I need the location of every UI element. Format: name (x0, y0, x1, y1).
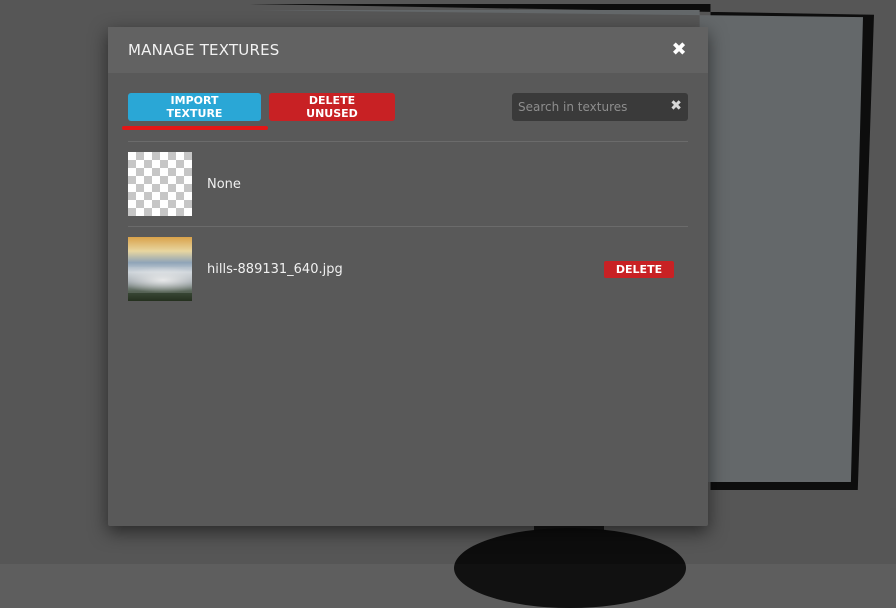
clear-search-icon[interactable]: ✖ (670, 98, 682, 114)
texture-list: None hills-889131_640.jpg DELETE (108, 141, 708, 311)
texture-row[interactable]: hills-889131_640.jpg DELETE (128, 226, 688, 311)
transparent-thumbnail (128, 152, 192, 216)
dialog-title: MANAGE TEXTURES (128, 41, 280, 59)
hills-thumbnail (128, 237, 192, 301)
texture-name: hills-889131_640.jpg (207, 261, 343, 277)
dialog-header: MANAGE TEXTURES ✖ (108, 27, 708, 73)
manage-textures-dialog: MANAGE TEXTURES ✖ IMPORT TEXTURE DELETE … (108, 27, 708, 526)
toolbar: IMPORT TEXTURE DELETE UNUSED ✖ (108, 73, 708, 141)
delete-texture-button[interactable]: DELETE (604, 261, 674, 278)
search-box: ✖ (512, 93, 688, 121)
import-texture-button[interactable]: IMPORT TEXTURE (128, 93, 261, 121)
delete-unused-button[interactable]: DELETE UNUSED (269, 93, 395, 121)
search-input[interactable] (512, 93, 674, 121)
texture-name: None (207, 176, 241, 192)
close-icon[interactable]: ✖ (670, 41, 688, 59)
texture-row[interactable]: None (128, 141, 688, 226)
highlight-underline (122, 126, 268, 130)
